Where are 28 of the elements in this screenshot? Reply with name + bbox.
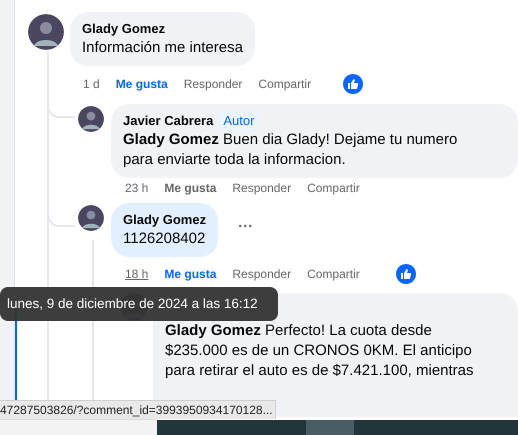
avatar[interactable]	[28, 14, 64, 50]
more-options-button[interactable]: ···	[238, 218, 254, 242]
share-link[interactable]: Compartir	[307, 179, 360, 197]
like-link[interactable]: Me gusta	[164, 265, 216, 283]
reply-link[interactable]: Responder	[232, 179, 292, 197]
avatar[interactable]	[78, 205, 104, 231]
avatar[interactable]	[78, 106, 104, 132]
comment-text: Glady Gomez Perfecto! La cuota desde $235.000 es de un CRONOS 0KM. El anticipo para retirar el auto es de $7.421.100, mientras	[165, 321, 475, 381]
comment-time[interactable]: 18 h	[125, 265, 148, 283]
status-bar: 47287503826/?comment_id=3993950934170128...	[0, 400, 276, 419]
comment-text: 1126208402	[123, 229, 206, 249]
author-badge: Autor	[219, 112, 258, 130]
reply-link[interactable]: Responder	[184, 75, 242, 93]
like-reaction-icon[interactable]	[343, 74, 364, 94]
comment-time[interactable]: 23 h	[125, 179, 148, 197]
comment-author[interactable]: Glady Gomez	[123, 211, 206, 229]
reply-link[interactable]: Responder	[232, 265, 292, 283]
like-link[interactable]: Me gusta	[116, 75, 168, 93]
comment-text: Información me interesa	[82, 38, 243, 58]
share-link[interactable]: Compartir	[307, 265, 360, 283]
comment-author[interactable]: Javier Cabrera	[123, 112, 214, 130]
share-link[interactable]: Compartir	[258, 75, 312, 93]
like-link[interactable]: Me gusta	[164, 179, 216, 197]
comment-text: Glady Gomez Buen dia Glady! Dejame tu numero para enviarte toda la informacion.	[123, 130, 458, 170]
comment-author[interactable]: Glady Gomez	[82, 20, 166, 38]
like-reaction-icon[interactable]	[396, 264, 416, 284]
comment-time[interactable]: 1 d	[83, 75, 100, 93]
timestamp-tooltip: lunes, 9 de diciembre de 2024 a las 16:12	[0, 287, 278, 321]
